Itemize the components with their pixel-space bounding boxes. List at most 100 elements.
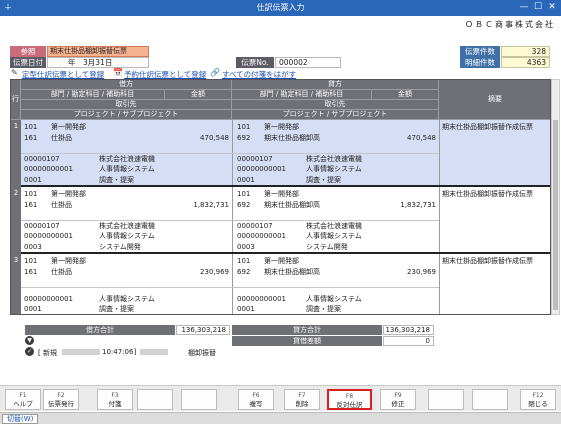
date-label: 伝票日付 — [10, 57, 46, 68]
row-header: 行 — [11, 80, 21, 120]
expand-down-icon[interactable]: ▼ — [25, 336, 34, 345]
debit-account-code: 161 — [24, 201, 38, 209]
f8-reverse-entry-button[interactable]: F8 反対仕訳 — [327, 389, 372, 410]
credit-subproject-code: 0001 — [237, 305, 255, 313]
voucher-category: 棚卸振替 — [188, 349, 216, 357]
f2-print-button[interactable]: F2 伝票発行 — [43, 389, 79, 410]
entry-mode: [ 新規 — [38, 349, 57, 357]
debit-dept-name: 第一開発部 — [51, 123, 86, 131]
debit-account-code: 161 — [24, 268, 38, 276]
credit-subproject-code: 0001 — [237, 176, 255, 184]
debit-project-code: 00000000001 — [24, 165, 73, 173]
credit-account-name: 期末仕掛品棚卸高 — [264, 268, 320, 276]
debit-subproject-name: システム開発 — [99, 243, 141, 251]
close-icon[interactable]: ✕ — [545, 1, 559, 14]
template-name[interactable]: 期末仕掛品棚卸振替伝票 — [47, 46, 149, 57]
debit-amount: 230,969 — [200, 268, 229, 276]
balance-diff-value: 0 — [383, 336, 434, 346]
template-icon: ✎ — [11, 68, 18, 77]
credit-project-code: 00000000001 — [237, 165, 286, 173]
debit-subproject-name: 調査・提案 — [99, 176, 134, 184]
f3-sticky-button[interactable]: F3 付箋 — [97, 389, 133, 410]
redacted-info — [140, 349, 168, 355]
f7-delete-button[interactable]: F7 削除 — [284, 389, 320, 410]
voucher-count-value: 328 — [501, 46, 550, 57]
debit-subproject-code: 0001 — [24, 176, 42, 184]
row-number: 1 — [11, 120, 21, 187]
maximize-icon[interactable]: ☐ — [531, 1, 545, 14]
switch-tab[interactable]: 切替(W) — [2, 414, 39, 424]
credit-subproject-name: 調査・提案 — [306, 176, 341, 184]
detail-count-label: 明細件数 — [460, 57, 500, 68]
voucher-no-label: 伝票No. — [236, 57, 274, 68]
f9-edit-button[interactable]: F9 修正 — [380, 389, 416, 410]
credit-dept-name: 第一開発部 — [264, 190, 299, 198]
scrollbar-thumb[interactable] — [553, 120, 558, 310]
credit-account-code: 692 — [237, 268, 251, 276]
debit-total-label: 借方合計 — [25, 325, 175, 335]
credit-subproject-name: 調査・提案 — [306, 305, 341, 313]
credit-subproject-name: システム開発 — [306, 243, 348, 251]
calendar-icon: 📅 — [113, 68, 123, 77]
remarks-header: 摘要 — [439, 80, 550, 120]
date-field[interactable]: 年 3月31日 — [47, 57, 149, 68]
f5-blank-button[interactable] — [181, 389, 217, 410]
credit-dept-code: 101 — [237, 190, 251, 198]
debit-amount-header: 金額 — [165, 90, 232, 100]
expand-info-icon[interactable]: ✓ — [25, 347, 34, 356]
debit-subject-header: 部門 / 勘定科目 / 補助科目 — [21, 90, 165, 100]
f4-blank-button[interactable] — [137, 389, 173, 410]
debit-account-code: 161 — [24, 134, 38, 142]
debit-partner-header: 取引先 — [21, 100, 232, 110]
credit-amount: 1,832,731 — [400, 201, 436, 209]
voucher-count-label: 伝票件数 — [460, 46, 500, 57]
f12-close-button[interactable]: F12 閉じる — [520, 389, 556, 410]
debit-amount: 1,832,731 — [193, 201, 229, 209]
credit-project-code: 00000000001 — [237, 232, 286, 240]
entry-time: 10:47:06] — [102, 348, 137, 356]
debit-project-name: 人事情報システム — [99, 232, 155, 240]
table-row[interactable]: 101 第一開発部 161 仕掛品 230,969 00000000001 00… — [21, 254, 550, 314]
voucher-no-field[interactable]: 000002 — [275, 57, 341, 68]
balance-diff-label: 貸借差額 — [232, 336, 382, 346]
debit-dept-code: 101 — [24, 190, 38, 198]
credit-dept-name: 第一開発部 — [264, 257, 299, 265]
row-number: 3 — [11, 254, 21, 314]
f11-blank-button[interactable] — [472, 389, 508, 410]
table-row[interactable]: 101 第一開発部 161 仕掛品 470,548 00000107 00000… — [21, 120, 550, 187]
debit-account-name: 仕掛品 — [51, 134, 72, 142]
detail-count-value: 4363 — [501, 57, 550, 68]
credit-amount-header: 金額 — [372, 90, 439, 100]
credit-account-code: 692 — [237, 134, 251, 142]
journal-grid: 行 借方 貸方 摘要 部門 / 勘定科目 / 補助科目 金額 部門 / 勘定科目… — [10, 79, 551, 315]
debit-account-name: 仕掛品 — [51, 201, 72, 209]
title-bar: ＋ 仕訳伝票入力 — ☐ ✕ — [0, 0, 561, 16]
vertical-scrollbar[interactable] — [551, 79, 560, 315]
credit-subject-header: 部門 / 勘定科目 / 補助科目 — [232, 90, 372, 100]
credit-dept-code: 101 — [237, 257, 251, 265]
debit-total-value: 136,303,218 — [176, 325, 230, 335]
row-number: 2 — [11, 187, 21, 254]
redacted-user — [62, 349, 100, 355]
debit-dept-name: 第一開発部 — [51, 190, 86, 198]
minimize-icon[interactable]: — — [517, 1, 531, 14]
credit-partner-header: 取引先 — [232, 100, 439, 110]
f6-copy-button[interactable]: F6 複写 — [238, 389, 274, 410]
debit-account-name: 仕掛品 — [51, 268, 72, 276]
credit-total-label: 貸方合計 — [232, 325, 382, 335]
credit-account-name: 期末仕掛品棚卸高 — [264, 201, 320, 209]
remarks: 期末仕掛品棚卸振替作成伝票 — [442, 123, 533, 131]
remarks: 期末仕掛品棚卸振替作成伝票 — [442, 190, 533, 198]
f1-help-button[interactable]: F1 ヘルプ — [5, 389, 41, 410]
credit-subproject-code: 0003 — [237, 243, 255, 251]
credit-header: 貸方 — [232, 80, 439, 90]
f10-blank-button[interactable] — [428, 389, 464, 410]
debit-project-header: プロジェクト / サブプロジェクト — [21, 110, 232, 120]
window-title: 仕訳伝票入力 — [256, 3, 305, 12]
function-key-bar: F1 ヘルプ F2 伝票発行 F3 付箋 F6 複写 F7 削除 F8 反対仕訳 F9 修正 … — [0, 385, 561, 411]
debit-subproject-code: 0001 — [24, 305, 42, 313]
debit-project-name: 人事情報システム — [99, 165, 155, 173]
table-row[interactable]: 101 第一開発部 161 仕掛品 1,832,731 00000107 000… — [21, 187, 550, 254]
credit-account-code: 692 — [237, 201, 251, 209]
company-name: ＯＢＣ商事株式会社 — [465, 20, 555, 29]
